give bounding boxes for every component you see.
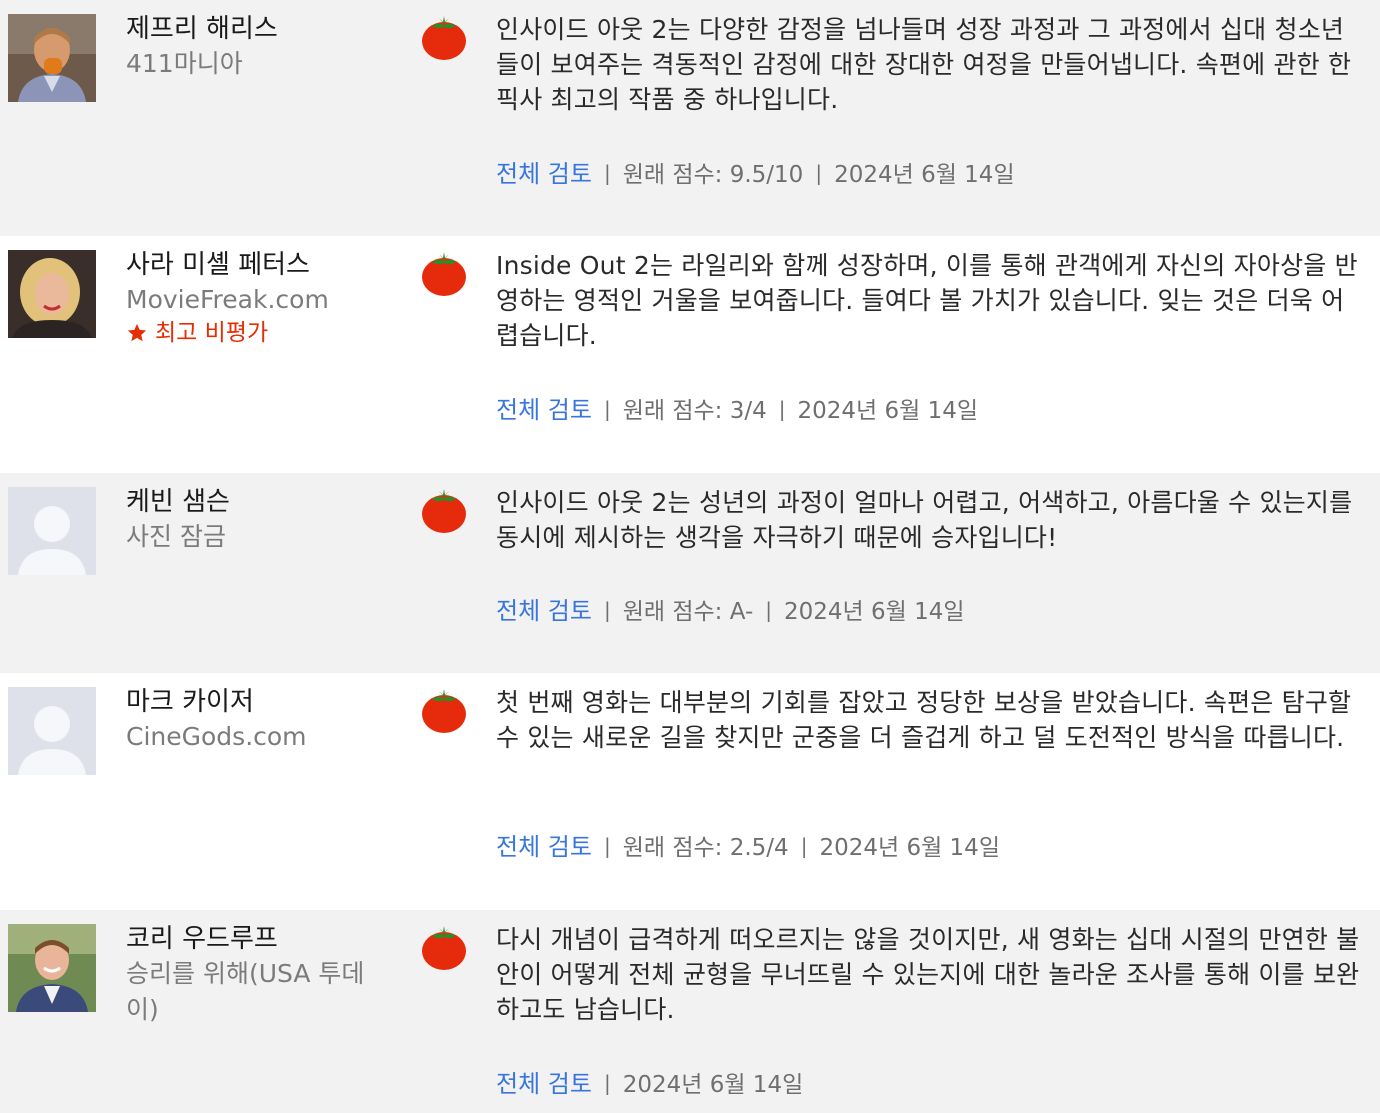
review-row: 제프리 해리스 411마니아 인사이드 아웃 2는 다양한 감정을 넘나들며 성… [0, 0, 1380, 236]
top-critic-badge: 최고 비평가 [126, 318, 396, 348]
fresh-tomato-icon [420, 924, 468, 972]
review-meta: 전체 검토 | 원래 점수: 2.5/4 | 2024년 6월 14일 [496, 827, 1000, 862]
star-icon [127, 323, 147, 342]
publication-name[interactable]: 411마니아 [126, 46, 396, 82]
full-review-link[interactable]: 전체 검토 [496, 390, 592, 425]
critic-avatar[interactable] [8, 250, 96, 338]
review-date: 2024년 6월 14일 [622, 1071, 804, 1098]
placeholder-avatar-icon [8, 487, 96, 575]
review-quote: 인사이드 아웃 2는 다양한 감정을 넘나들며 성장 과정과 그 과정에서 십대… [496, 15, 1352, 114]
separator: | [603, 833, 611, 858]
review-meta: 전체 검토 | 2024년 6월 14일 [496, 1064, 803, 1099]
critic-name[interactable]: 코리 우드루프 [126, 922, 396, 956]
separator: | [603, 597, 611, 622]
critic-avatar[interactable] [8, 14, 96, 102]
critic-info: 케빈 샘슨 사진 잠금 [126, 485, 396, 555]
critic-info: 마크 카이저 CineGods.com [126, 685, 396, 755]
critic-avatar[interactable] [8, 924, 96, 1012]
fresh-tomato-icon [420, 487, 468, 535]
separator: | [765, 597, 772, 622]
review-meta: 전체 검토 | 원래 점수: 3/4 | 2024년 6월 14일 [496, 390, 978, 425]
review-list: 제프리 해리스 411마니아 인사이드 아웃 2는 다양한 감정을 넘나들며 성… [0, 0, 1380, 1113]
critic-photo [8, 14, 96, 102]
critic-name[interactable]: 사라 미셸 페터스 [126, 248, 396, 282]
publication-name[interactable]: 사진 잠금 [126, 519, 396, 555]
separator: | [603, 160, 611, 185]
critic-photo [8, 250, 96, 338]
top-critic-label: 최고 비평가 [155, 320, 269, 346]
critic-photo [8, 924, 96, 1012]
review-quote: Inside Out 2는 라일리와 함께 성장하며, 이를 통해 관객에게 자… [496, 251, 1358, 350]
review-date: 2024년 6월 14일 [834, 161, 1015, 188]
original-score: 원래 점수: 9.5/10 [622, 161, 804, 188]
original-score: 원래 점수: A- [622, 598, 754, 625]
original-score: 원래 점수: 2.5/4 [622, 834, 789, 861]
full-review-link[interactable]: 전체 검토 [496, 1064, 592, 1099]
review-quote: 다시 개념이 급격하게 떠오르지는 않을 것이지만, 새 영화는 십대 시절의 … [496, 925, 1360, 1024]
critic-info: 코리 우드루프 승리를 위해(USA 투데이) [126, 922, 396, 1028]
critic-name[interactable]: 케빈 샘슨 [126, 485, 396, 519]
placeholder-avatar-icon [8, 687, 96, 775]
full-review-link[interactable]: 전체 검토 [496, 591, 592, 626]
full-review-link[interactable]: 전체 검토 [496, 827, 592, 862]
publication-name[interactable]: MovieFreak.com [126, 282, 396, 318]
review-row: 케빈 샘슨 사진 잠금 인사이드 아웃 2는 성년의 과정이 얼마나 어렵고, … [0, 473, 1380, 673]
publication-name[interactable]: 승리를 위해(USA 투데이) [126, 956, 388, 1028]
review-meta: 전체 검토 | 원래 점수: 9.5/10 | 2024년 6월 14일 [496, 154, 1015, 189]
review-date: 2024년 6월 14일 [784, 598, 965, 625]
review-date: 2024년 6월 14일 [819, 834, 1000, 861]
separator: | [815, 160, 823, 185]
review-meta: 전체 검토 | 원래 점수: A- | 2024년 6월 14일 [496, 591, 965, 626]
full-review-link[interactable]: 전체 검토 [496, 154, 592, 189]
review-quote: 인사이드 아웃 2는 성년의 과정이 얼마나 어렵고, 어색하고, 아름다울 수… [496, 488, 1353, 552]
separator: | [603, 1070, 611, 1095]
critic-info: 사라 미셸 페터스 MovieFreak.com 최고 비평가 [126, 248, 396, 348]
fresh-tomato-icon [420, 14, 468, 62]
fresh-tomato-icon [420, 250, 468, 298]
critic-info: 제프리 해리스 411마니아 [126, 12, 396, 82]
separator: | [603, 396, 611, 421]
critic-name[interactable]: 마크 카이저 [126, 685, 396, 719]
review-quote: 첫 번째 영화는 대부분의 기회를 잡았고 정당한 보상을 받았습니다. 속편은… [496, 688, 1352, 752]
separator: | [800, 833, 808, 858]
review-row: 마크 카이저 CineGods.com 첫 번째 영화는 대부분의 기회를 잡았… [0, 673, 1380, 910]
review-date: 2024년 6월 14일 [797, 397, 979, 424]
review-row: 코리 우드루프 승리를 위해(USA 투데이) 다시 개념이 급격하게 떠오르지… [0, 910, 1380, 1113]
fresh-tomato-icon [420, 687, 468, 735]
critic-name[interactable]: 제프리 해리스 [126, 12, 396, 46]
critic-avatar[interactable] [8, 687, 96, 775]
separator: | [778, 396, 786, 421]
critic-avatar[interactable] [8, 487, 96, 575]
original-score: 원래 점수: 3/4 [622, 397, 767, 424]
review-row: 사라 미셸 페터스 MovieFreak.com 최고 비평가 Inside O… [0, 236, 1380, 473]
publication-name[interactable]: CineGods.com [126, 719, 396, 755]
